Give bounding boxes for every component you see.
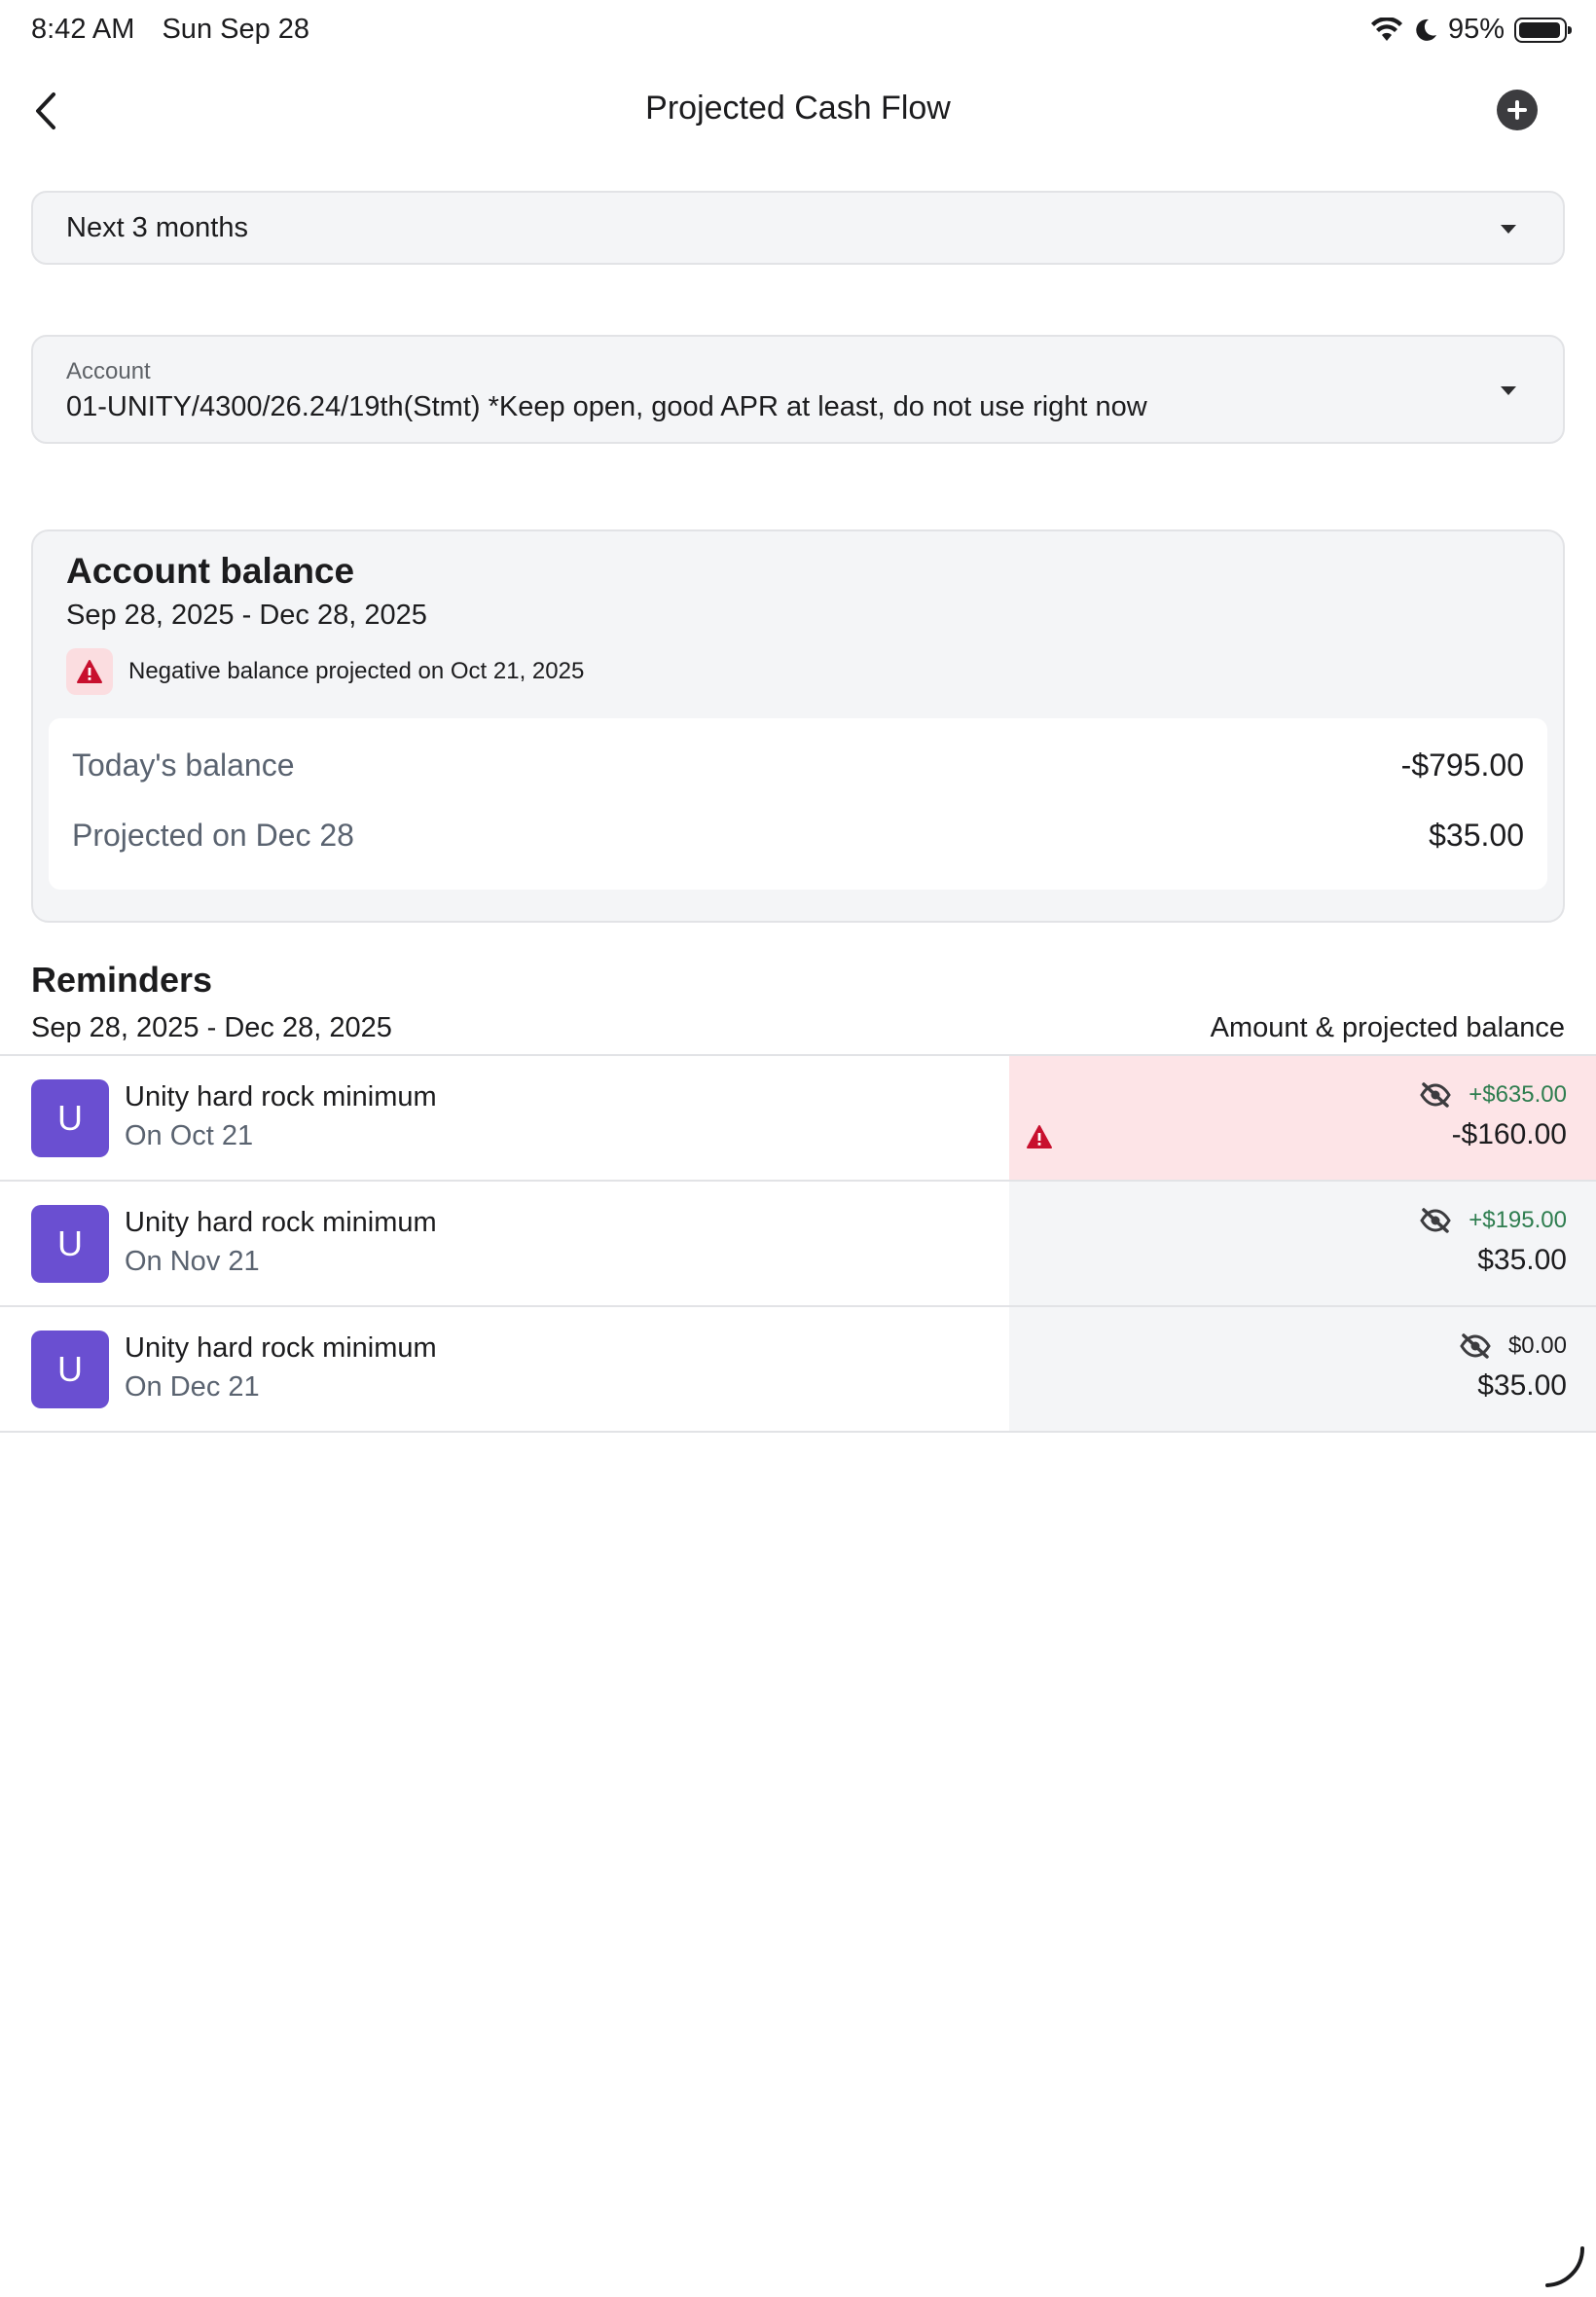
period-select[interactable]: Next 3 months [31,191,1565,265]
reminders-list: U Unity hard rock minimum On Oct 21 +$63… [0,1054,1596,1433]
account-select[interactable]: Account 01-UNITY/4300/26.24/19th(Stmt) *… [31,335,1565,444]
battery-fill [1519,21,1560,38]
reminder-amount: $0.00 [1507,1332,1567,1359]
period-select-value: Next 3 months [66,212,248,243]
avatar: U [31,1079,109,1157]
balance-row-projected: Projected on Dec 28 $35.00 [72,810,1524,858]
nav-bar: Projected Cash Flow [0,62,1596,160]
plus-icon [1507,100,1527,120]
reminder-projected-balance: -$160.00 [1451,1118,1567,1150]
reminders-column-header: Amount & projected balance [1210,1012,1565,1043]
warning-triangle-icon [1027,1125,1052,1148]
reminder-amount-line: +$195.00 [1420,1207,1567,1234]
reminders-range: Sep 28, 2025 - Dec 28, 2025 [31,1012,392,1043]
status-left: 8:42 AM Sun Sep 28 [31,14,329,46]
moon-icon [1416,18,1436,41]
avatar: U [31,1205,109,1283]
balance-card-title: Account balance [66,551,355,591]
balance-card-range: Sep 28, 2025 - Dec 28, 2025 [66,600,427,631]
battery-percent: 95% [1447,14,1505,45]
page-title: Projected Cash Flow [645,90,951,127]
reminder-row[interactable]: U Unity hard rock minimum On Nov 21 +$19… [0,1182,1596,1307]
battery-icon [1514,17,1572,43]
balance-amount: $35.00 [1429,818,1524,853]
reminder-amount: +$195.00 [1469,1207,1567,1233]
status-right: 95% [1370,14,1572,46]
reminder-amount: +$635.00 [1469,1081,1567,1108]
status-date: Sun Sep 28 [162,14,310,45]
reminder-amount-line: +$635.00 [1420,1081,1567,1109]
reminder-name: Unity hard rock minimum [125,1332,437,1364]
eye-off-icon[interactable] [1460,1333,1491,1359]
warning-text: Negative balance projected on Oct 21, 20… [128,658,585,684]
reminder-projected-balance: $35.00 [1477,1369,1567,1402]
eye-off-icon[interactable] [1420,1082,1451,1108]
reminder-date: On Dec 21 [125,1371,260,1403]
wifi-icon [1370,17,1402,41]
balance-row-today: Today's balance -$795.00 [72,740,1524,788]
reminder-row[interactable]: U Unity hard rock minimum On Oct 21 +$63… [0,1056,1596,1182]
reminder-amount-line: $0.00 [1460,1332,1567,1360]
reminder-name: Unity hard rock minimum [125,1081,437,1112]
reminders-title: Reminders [31,960,213,1000]
reminder-row[interactable]: U Unity hard rock minimum On Dec 21 $0.0… [0,1307,1596,1433]
avatar: U [31,1331,109,1408]
account-select-label: Account [66,358,151,384]
reminder-projected-balance: $35.00 [1477,1244,1567,1276]
balance-amount: -$795.00 [1400,747,1524,783]
eye-off-icon[interactable] [1420,1208,1451,1233]
status-time: 8:42 AM [31,14,135,45]
add-button[interactable] [1497,90,1538,130]
status-bar: 8:42 AM Sun Sep 28 95% [0,0,1596,62]
reminder-date: On Oct 21 [125,1120,254,1151]
warning-triangle-icon [77,660,102,683]
caret-down-icon [1501,225,1516,234]
loading-spinner-icon [1545,2246,1585,2287]
balance-label: Projected on Dec 28 [72,818,354,853]
caret-down-icon [1501,386,1516,395]
balance-label: Today's balance [72,747,295,783]
negative-balance-warning: Negative balance projected on Oct 21, 20… [66,648,584,695]
account-select-value: 01-UNITY/4300/26.24/19th(Stmt) *Keep ope… [66,391,1147,422]
balance-summary: Today's balance -$795.00 Projected on De… [49,718,1547,890]
reminder-date: On Nov 21 [125,1246,260,1277]
warning-badge [66,648,113,695]
account-balance-card: Account balance Sep 28, 2025 - Dec 28, 2… [31,529,1565,923]
reminder-name: Unity hard rock minimum [125,1207,437,1238]
